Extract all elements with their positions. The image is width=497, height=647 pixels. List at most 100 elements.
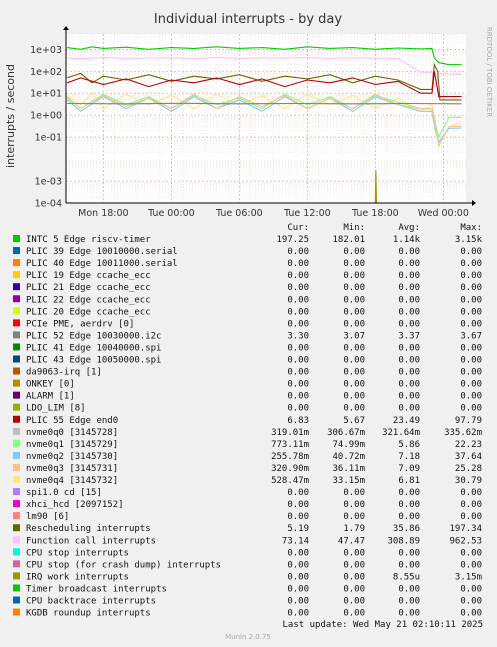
legend-value-avg: 0.00 [398, 584, 420, 594]
legend-label: xhci_hcd [2097152] [26, 500, 124, 510]
legend-value-min: 0.00 [343, 597, 365, 607]
legend-value-cur: 0.00 [287, 560, 309, 570]
legend-value-cur: 319.01m [271, 428, 309, 438]
legend-value-max: 0.00 [460, 512, 482, 522]
legend-value-max: 0.00 [460, 271, 482, 281]
legend-value-max: 37.64 [455, 452, 482, 462]
legend-value-avg: 23.49 [393, 416, 420, 426]
legend-swatch [13, 572, 20, 580]
legend-label: CPU stop interrupts [26, 548, 129, 558]
legend-value-cur: 528.47m [271, 476, 309, 486]
legend-value-cur: 0.00 [287, 548, 309, 558]
legend-value-max: 25.28 [455, 464, 482, 474]
x-axis-arrow [472, 200, 476, 206]
legend-value-cur: 0.00 [287, 392, 309, 402]
legend-header: Cur: [287, 223, 309, 233]
legend-value-min: 47.47 [338, 536, 365, 546]
plot-area: 1e-04 1e-03 1e-01 1e+00 1e+01 1e+02 1e+03 Mon 1… [30, 26, 476, 219]
y-tick-label: 1e-01 [35, 133, 62, 144]
legend-value-max: 3.67 [460, 331, 482, 341]
legend-value-avg: 0.00 [398, 404, 420, 414]
legend-value-cur: 0.00 [287, 356, 309, 366]
legend-value-min: 0.00 [343, 609, 365, 619]
legend-value-max: 197.34 [449, 524, 482, 534]
legend-value-cur: 0.00 [287, 380, 309, 390]
legend-value-min: 0.00 [343, 247, 365, 257]
legend-value-max: 0.00 [460, 488, 482, 498]
legend-value-min: 0.00 [343, 572, 365, 582]
legend-label: INTC 5 Edge riscv-timer [26, 235, 151, 245]
legend-value-avg: 0.00 [398, 259, 420, 269]
legend-value-min: 0.00 [343, 404, 365, 414]
legend-value-avg: 0.00 [398, 500, 420, 510]
legend-label: KGDB roundup interrupts [26, 609, 151, 619]
legend-value-max: 0.00 [460, 500, 482, 510]
legend-value-cur: 0.00 [287, 295, 309, 305]
legend-swatch [13, 295, 20, 303]
legend-value-min: 306.67m [327, 428, 365, 438]
legend-value-avg: 8.55u [393, 572, 420, 582]
legend-value-avg: 0.00 [398, 380, 420, 390]
legend-swatch [13, 596, 20, 604]
legend-label: PLIC 43 Edge 10050000.spi [26, 356, 161, 366]
legend-value-avg: 321.64m [382, 428, 420, 438]
legend-swatch [13, 379, 20, 387]
legend-value-max: 3.15k [455, 235, 483, 245]
legend-value-cur: 0.00 [287, 259, 309, 269]
legend-value-cur: 197.25 [276, 235, 309, 245]
legend-swatch [13, 536, 20, 544]
legend-value-avg: 0.00 [398, 283, 420, 293]
legend-label: nvme0q4 [3145732] [26, 476, 118, 486]
y-tick-label: 1e-04 [35, 199, 62, 210]
legend-value-min: 0.00 [343, 271, 365, 281]
legend-value-min: 33.15m [332, 476, 365, 486]
legend-label: PLIC 52 Edge 10030000.i2c [26, 331, 161, 341]
x-tick-label: Mon 18:00 [78, 208, 128, 219]
legend-value-max: 0.00 [460, 247, 482, 257]
legend-value-avg: 0.00 [398, 512, 420, 522]
legend-swatch [13, 355, 20, 363]
legend-value-cur: 0.00 [287, 368, 309, 378]
legend-label: PLIC 40 Edge 10011000.serial [26, 259, 178, 269]
legend-value-min: 0.00 [343, 295, 365, 305]
legend-value-max: 0.00 [460, 560, 482, 570]
legend-value-avg: 0.00 [398, 560, 420, 570]
legend-value-min: 0.00 [343, 319, 365, 329]
legend-value-cur: 0.00 [287, 584, 309, 594]
series-line [67, 102, 462, 105]
legend-value-min: 0.00 [343, 548, 365, 558]
legend-value-cur: 0.00 [287, 271, 309, 281]
legend-value-max: 0.00 [460, 259, 482, 269]
legend-value-cur: 0.00 [287, 343, 309, 353]
legend-value-cur: 5.19 [287, 524, 309, 534]
legend-value-min: 0.00 [343, 356, 365, 366]
legend-label: IRQ work interrupts [26, 572, 129, 582]
legend-value-min: 0.00 [343, 584, 365, 594]
legend-value-cur: 0.00 [287, 283, 309, 293]
legend-label: Function call interrupts [26, 536, 156, 546]
legend-swatch [13, 608, 20, 616]
legend-swatch [13, 415, 20, 423]
chart-title: Individual interrupts - by day [154, 12, 342, 27]
legend-swatch [13, 271, 20, 279]
legend-value-cur: 0.00 [287, 247, 309, 257]
legend-value-cur: 255.78m [271, 452, 309, 462]
legend-swatch [13, 451, 20, 459]
legend-value-avg: 0.00 [398, 597, 420, 607]
legend-value-cur: 6.83 [287, 416, 309, 426]
legend-swatch [13, 548, 20, 556]
legend-value-min: 0.00 [343, 307, 365, 317]
legend-swatch [13, 391, 20, 399]
y-axis-label: interrupts / second [4, 64, 17, 168]
legend-value-avg: 0.00 [398, 271, 420, 281]
legend-value-min: 0.00 [343, 488, 365, 498]
legend-value-avg: 0.00 [398, 356, 420, 366]
legend-label: ONKEY [0] [26, 380, 75, 390]
legend-value-min: 0.00 [343, 343, 365, 353]
legend-swatch [13, 463, 20, 471]
legend-value-min: 182.01 [332, 235, 365, 245]
legend-value-min: 40.72m [332, 452, 365, 462]
legend-value-max: 30.79 [455, 476, 482, 486]
legend-value-max: 0.00 [460, 283, 482, 293]
legend: Cur: Min: Avg: Max: INTC 5 Edge riscv-timer 1… [13, 223, 483, 619]
